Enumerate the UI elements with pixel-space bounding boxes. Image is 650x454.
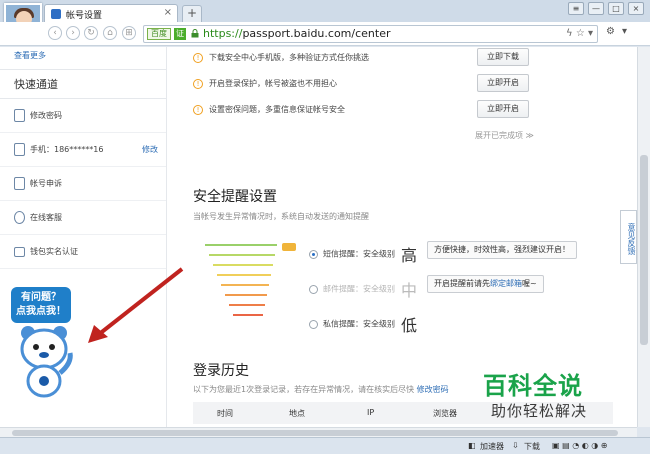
sidebar-item-wallet-verify[interactable]: 钱包实名认证 bbox=[0, 235, 166, 269]
bind-email-link[interactable]: 绑定邮箱 bbox=[490, 279, 522, 288]
accelerator-label[interactable]: 加速器 bbox=[480, 441, 504, 452]
col-browser: 浏览器 bbox=[433, 409, 457, 418]
home-icon[interactable]: ⌂ bbox=[103, 26, 117, 40]
security-level-bars bbox=[205, 244, 295, 322]
sidebar-item-label: 在线客服 bbox=[30, 213, 62, 222]
lock-icon bbox=[14, 109, 25, 122]
level-flag-icon bbox=[282, 243, 296, 251]
watermark-title: 百科全说 bbox=[483, 372, 583, 400]
id-card-icon bbox=[14, 247, 25, 257]
lightning-icon[interactable]: ϟ bbox=[566, 28, 573, 39]
tools-dropdown-icon[interactable]: ▾ bbox=[622, 26, 627, 37]
ssl-lock-icon bbox=[191, 29, 199, 38]
email-alert-radio[interactable] bbox=[309, 284, 318, 294]
address-bar[interactable]: 百度 证 https://passport.baidu.com/center ϟ… bbox=[143, 25, 598, 43]
close-window-button[interactable]: × bbox=[628, 2, 644, 15]
sidebar-item-label: 钱包实名认证 bbox=[30, 247, 78, 256]
vertical-scrollbar[interactable] bbox=[637, 47, 650, 427]
warning-icon: ! bbox=[193, 52, 203, 63]
url-text: https://passport.baidu.com/center bbox=[203, 27, 391, 40]
alert-settings-title: 安全提醒设置 bbox=[193, 189, 277, 205]
download-label[interactable]: 下载 bbox=[524, 441, 540, 452]
warning-icon: ! bbox=[193, 104, 203, 115]
horizontal-scrollbar[interactable] bbox=[0, 427, 637, 437]
modify-phone-link[interactable]: 修改 bbox=[142, 144, 158, 155]
col-ip: IP bbox=[367, 408, 375, 417]
sidebar-item-support[interactable]: 在线客服 bbox=[0, 201, 166, 235]
forward-icon[interactable]: › bbox=[66, 26, 80, 40]
download-now-button[interactable]: 立即下载 bbox=[477, 48, 529, 66]
login-history-desc: 以下为您最近1次登录记录，若存在异常情况，请在核实后尽快 修改密码 bbox=[193, 385, 449, 394]
expand-completed-link[interactable]: 展开已完成项 ≫ bbox=[475, 130, 534, 141]
dropdown-icon[interactable]: ▾ bbox=[588, 28, 593, 39]
sidebar-item-change-password[interactable]: 修改密码 bbox=[0, 99, 166, 133]
alert-settings-desc: 当帐号发生异常情况时，系统自动发送的通知提醒 bbox=[193, 212, 369, 221]
tab-close-icon[interactable]: × bbox=[164, 7, 172, 18]
help-bubble[interactable]: 有问题？ 点我点我！ bbox=[11, 287, 71, 323]
warning-icon: ! bbox=[193, 78, 203, 89]
back-icon[interactable]: ‹ bbox=[48, 26, 62, 40]
sidebar-item-phone: 手机：186******16 修改 bbox=[0, 133, 166, 167]
change-password-link[interactable]: 修改密码 bbox=[417, 385, 449, 394]
quick-access-title: 快速通道 bbox=[0, 69, 166, 99]
star-icon[interactable]: ☆ bbox=[576, 28, 585, 39]
col-time: 时间 bbox=[217, 409, 233, 418]
status-bar: ◧ 加速器 ⇩ 下载 ▣ ▤ ◔ ◐ ◑ ⊕ bbox=[0, 437, 650, 454]
email-alert-option[interactable]: 邮件提醒：安全级别中 bbox=[309, 277, 417, 301]
download-icon[interactable]: ⇩ bbox=[512, 441, 519, 450]
menu-button[interactable]: ≡ bbox=[568, 2, 584, 15]
watermark-subtitle: 助你轻松解决 bbox=[491, 402, 588, 420]
feedback-tab[interactable]: 意见反馈 bbox=[620, 210, 637, 264]
status-tools-icon[interactable]: ▣ ▤ ◔ ◐ ◑ ⊕ bbox=[552, 441, 607, 450]
tab-account-settings[interactable]: 帐号设置 × bbox=[44, 4, 178, 23]
col-location: 地点 bbox=[289, 409, 305, 418]
sms-alert-tip: 方便快捷，时效性高，强烈建议开启！ bbox=[427, 241, 577, 259]
maximize-button[interactable]: □ bbox=[608, 2, 624, 15]
security-tip-row: ! 下载安全中心手机版，多种验证方式任你挑选 bbox=[193, 52, 369, 63]
security-tip-row: ! 开启登录保护，帐号被盗也不用担心 bbox=[193, 78, 337, 89]
window-controls: ≡ — □ × bbox=[568, 2, 644, 15]
message-alert-option[interactable]: 私信提醒：安全级别低 bbox=[309, 312, 417, 336]
baidu-badge: 百度 bbox=[147, 28, 171, 40]
enable-security-question-button[interactable]: 立即开启 bbox=[477, 100, 529, 118]
view-more-link[interactable]: 查看更多 bbox=[14, 50, 46, 61]
phone-icon bbox=[14, 143, 25, 156]
browser-toolbar: ‹ › ↻ ⌂ ⊞ 百度 证 https://passport.baidu.co… bbox=[0, 22, 650, 46]
tab-favicon-icon bbox=[51, 9, 61, 19]
sms-alert-radio[interactable] bbox=[309, 249, 318, 259]
sidebar: 查看更多 快速通道 修改密码 手机：186******16 修改 帐号申诉 在线… bbox=[0, 47, 184, 427]
enable-login-protect-button[interactable]: 立即开启 bbox=[477, 74, 529, 92]
login-history-title: 登录历史 bbox=[193, 363, 249, 379]
sidebar-item-appeal[interactable]: 帐号申诉 bbox=[0, 167, 166, 201]
verified-badge: 证 bbox=[174, 28, 186, 40]
new-tab-button[interactable]: + bbox=[182, 5, 202, 22]
message-alert-radio[interactable] bbox=[309, 319, 318, 329]
email-alert-tip: 开启提醒前请先绑定邮箱喔~ bbox=[427, 275, 544, 293]
tools-icon[interactable]: ⚙ bbox=[606, 26, 615, 37]
mascot-bear-icon[interactable] bbox=[14, 323, 78, 399]
security-tip-row: ! 设置密保问题，多重信息保证帐号安全 bbox=[193, 104, 345, 115]
tab-title: 帐号设置 bbox=[66, 11, 103, 21]
reload-icon[interactable]: ↻ bbox=[84, 26, 98, 40]
accelerator-icon[interactable]: ◧ bbox=[468, 441, 476, 450]
sidebar-item-label: 修改密码 bbox=[30, 111, 62, 120]
sidebar-item-label: 帐号申诉 bbox=[30, 179, 62, 188]
question-icon bbox=[14, 211, 25, 224]
edit-icon bbox=[14, 177, 25, 190]
tabs-grid-icon[interactable]: ⊞ bbox=[122, 26, 136, 40]
sms-alert-option[interactable]: 短信提醒：安全级别高 bbox=[309, 242, 417, 266]
minimize-button[interactable]: — bbox=[588, 2, 604, 15]
address-actions: ϟ ☆ ▾ bbox=[566, 28, 593, 39]
sidebar-item-label: 手机：186******16 bbox=[30, 145, 104, 154]
